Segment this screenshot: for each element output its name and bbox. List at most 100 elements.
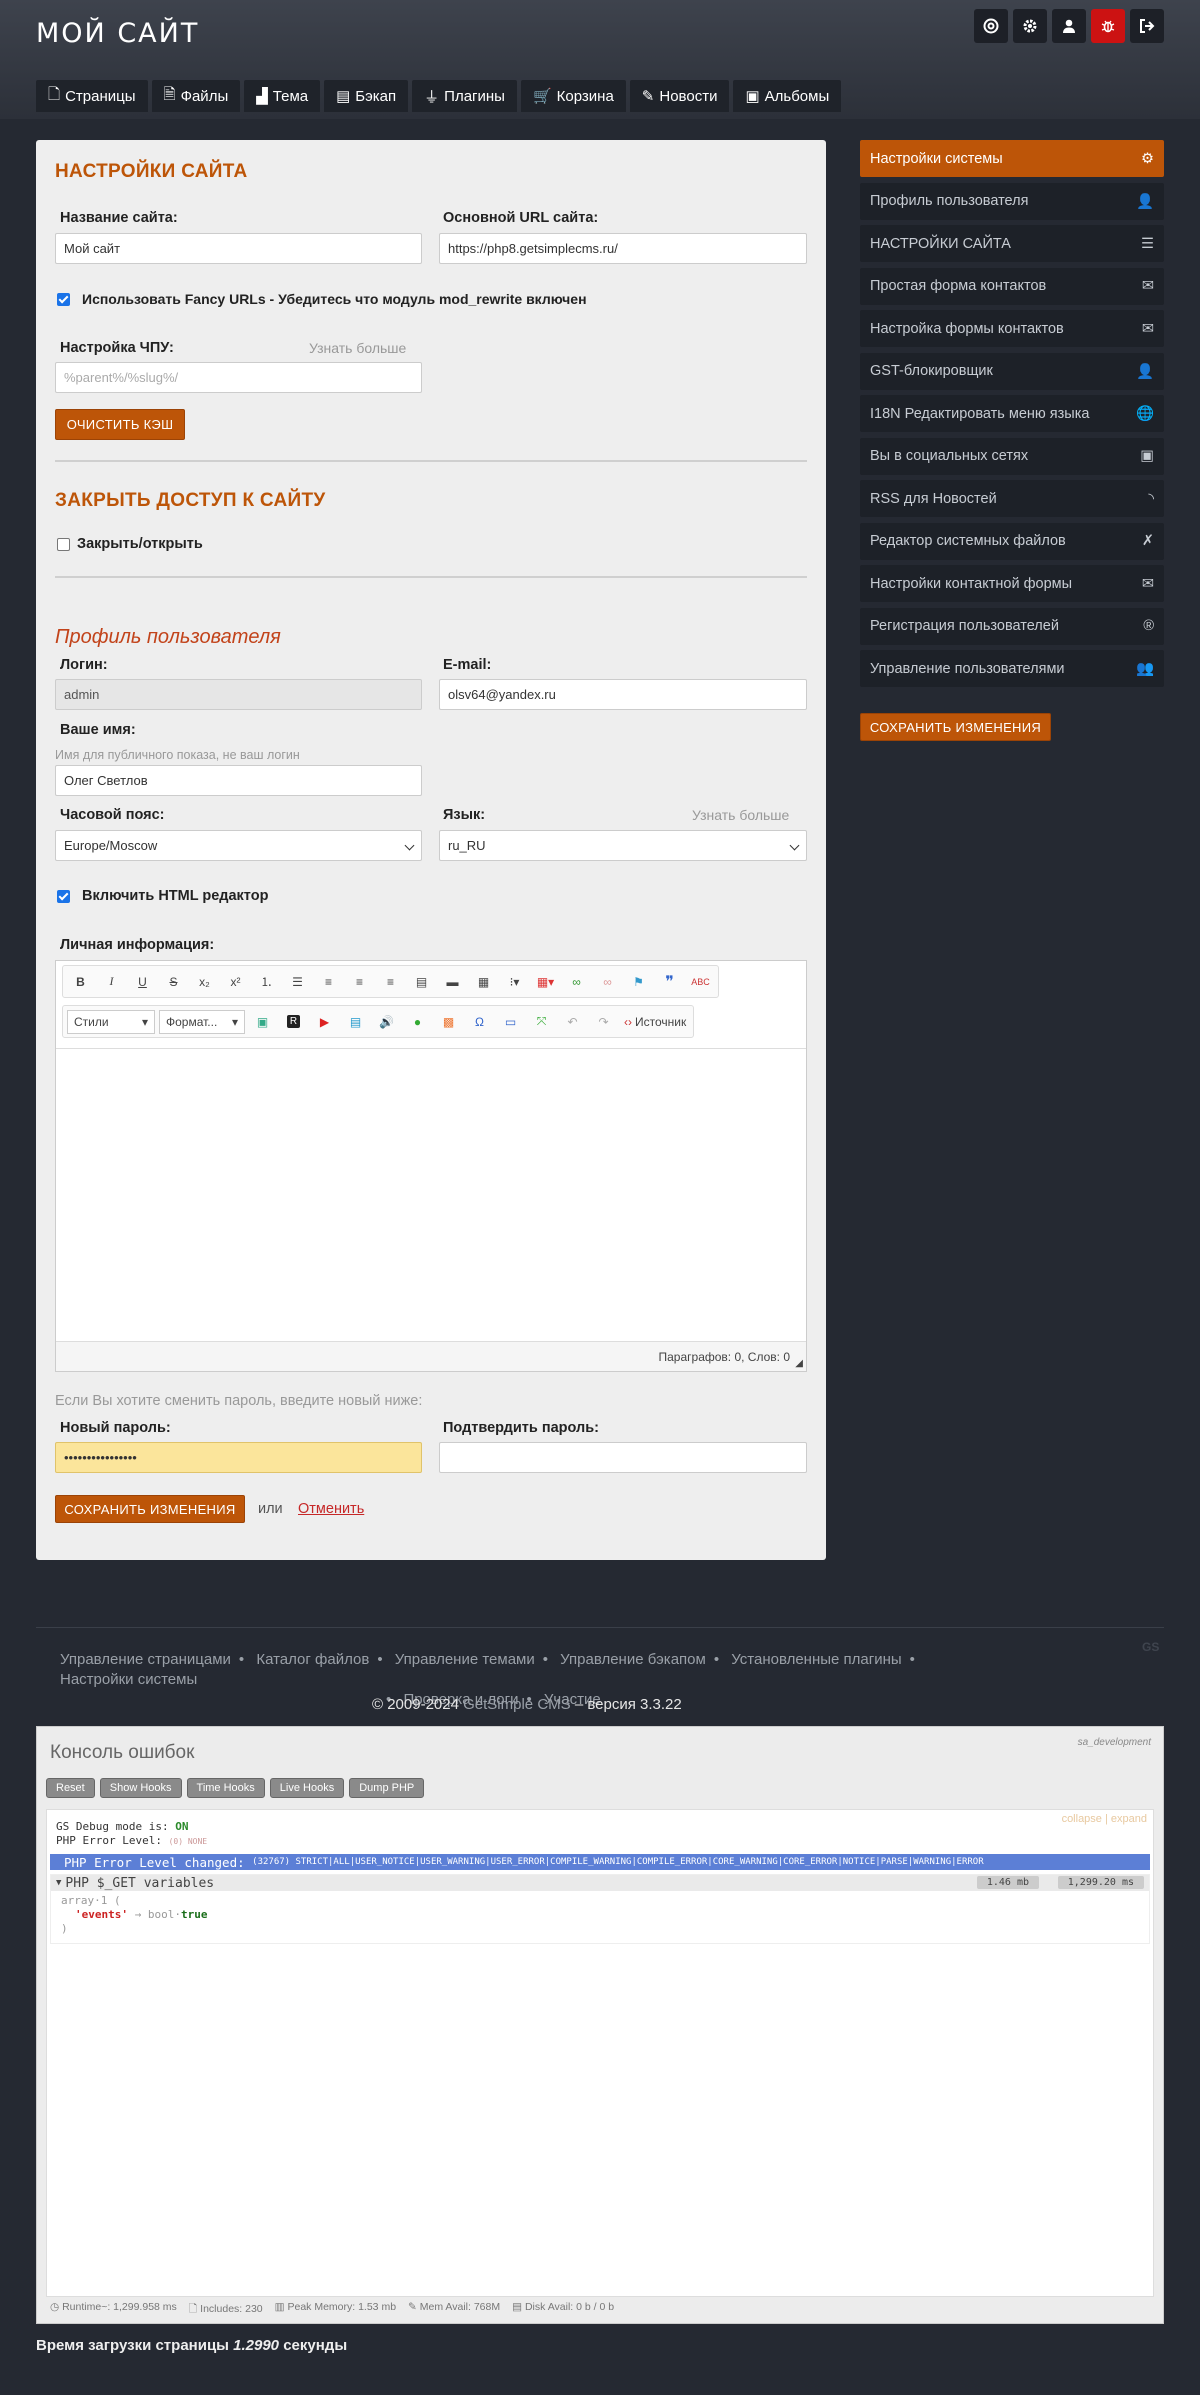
logout-icon[interactable]	[1130, 9, 1164, 43]
sidebar-item-system-files-editor[interactable]: Редактор системных файлов ✗	[860, 522, 1164, 560]
sidebar-item-i18n-menu[interactable]: I18N Редактировать меню языка 🌐	[860, 395, 1164, 432]
table-icon[interactable]: ▦▾	[532, 971, 559, 993]
show-hooks-button[interactable]: Show Hooks	[99, 1778, 182, 1798]
tab-plugins[interactable]: ⏚ Плагины	[412, 80, 517, 112]
tab-albums[interactable]: ▣ Альбомы	[733, 80, 842, 112]
media-icon[interactable]: R	[280, 1011, 307, 1033]
underline-icon[interactable]: U	[129, 971, 156, 993]
collapse-link[interactable]: collapse	[1062, 1813, 1102, 1825]
live-hooks-button[interactable]: Live Hooks	[269, 1778, 345, 1798]
spellcheck-icon[interactable]: ABC	[687, 971, 714, 993]
ordered-list-icon[interactable]: ⒈	[253, 971, 280, 993]
video-icon[interactable]: ▤	[342, 1011, 369, 1033]
sidebar-item-system-settings[interactable]: Настройки системы ⚙	[860, 140, 1164, 177]
sidebar-item-contact-form-setup[interactable]: Настройка формы контактов ✉	[860, 310, 1164, 347]
footer-link[interactable]: Каталог файлов	[256, 1651, 369, 1668]
image-icon[interactable]: ▣	[249, 1011, 276, 1033]
timezone-select[interactable]: Europe/Moscow	[55, 830, 422, 861]
envelope-icon: ✉	[1141, 320, 1154, 337]
justify-icon[interactable]: ▤	[408, 971, 435, 993]
expand-link[interactable]: expand	[1111, 1813, 1147, 1825]
lang-more-link[interactable]: Узнать больше	[692, 807, 789, 823]
permalink-input[interactable]: %parent%/%slug%/	[55, 362, 422, 393]
maintenance-checkbox[interactable]	[57, 538, 70, 551]
gear-icon[interactable]	[1013, 9, 1047, 43]
time-hooks-button[interactable]: Time Hooks	[186, 1778, 265, 1798]
dump-php-button[interactable]: Dump PHP	[349, 1778, 425, 1798]
cms-link[interactable]: GetSimple CMS	[463, 1696, 571, 1713]
footer-link[interactable]: Установленные плагины	[731, 1651, 901, 1668]
list-style-icon[interactable]: ⁝▾	[501, 971, 528, 993]
lang-select[interactable]: ru_RU	[439, 830, 807, 861]
site-name-input[interactable]: Мой сайт	[55, 233, 422, 264]
permalink-more-link[interactable]: Узнать больше	[309, 340, 406, 356]
tab-files[interactable]: 🗎 Файлы	[151, 80, 241, 112]
quote-icon[interactable]: ❞	[656, 971, 683, 993]
align-left-icon[interactable]: ≡	[315, 971, 342, 993]
sidebar-item-user-management[interactable]: Управление пользователями 👥	[860, 650, 1164, 687]
align-center-icon[interactable]: ≡	[346, 971, 373, 993]
cancel-link[interactable]: Отменить	[298, 1501, 364, 1517]
redo-icon[interactable]: ↷	[590, 1011, 617, 1033]
omega-icon[interactable]: Ω	[466, 1011, 493, 1033]
unlink-icon[interactable]: ∞	[594, 971, 621, 993]
reset-button[interactable]: Reset	[46, 1778, 95, 1798]
styles-combo[interactable]: Стили ▾	[67, 1009, 155, 1034]
disk-icon: ▤	[512, 2301, 523, 2313]
fancy-urls-checkbox[interactable]	[57, 293, 70, 306]
tab-news[interactable]: ✎ Новости	[629, 80, 730, 112]
youtube-icon[interactable]: ▶	[311, 1011, 338, 1033]
confirm-password-input[interactable]	[439, 1442, 807, 1473]
iframe-icon[interactable]: ▭	[497, 1011, 524, 1033]
footer-link[interactable]: Управление темами	[395, 1651, 535, 1668]
base-url-input[interactable]: https://php8.getsimplecms.ru/	[439, 233, 807, 264]
user-icon[interactable]	[1052, 9, 1086, 43]
sidebar-item-gst-blocker[interactable]: GST-блокировщик 👤	[860, 352, 1164, 390]
new-password-input[interactable]: ••••••••••••••••	[55, 1442, 422, 1473]
footer-link[interactable]: Управление страницами	[60, 1651, 231, 1668]
sidebar-item-rss-news[interactable]: RSS для Новостей ◝	[860, 480, 1164, 517]
globe-icon[interactable]: ●	[404, 1011, 431, 1033]
italic-icon[interactable]: I	[98, 971, 125, 993]
sidebar-item-user-profile[interactable]: Профиль пользователя 👤	[860, 182, 1164, 220]
superscript-icon[interactable]: x²	[222, 971, 249, 993]
save-profile-button[interactable]: СОХРАНИТЬ ИЗМЕНЕНИЯ	[55, 1495, 245, 1523]
horizontal-line-icon[interactable]: ▬	[439, 971, 466, 993]
map-icon[interactable]: ▩	[435, 1011, 462, 1033]
sidebar-item-site-settings[interactable]: НАСТРОЙКИ САЙТА ☰	[860, 225, 1164, 262]
strike-icon[interactable]: S	[160, 971, 187, 993]
source-button[interactable]: ‹› Источник	[621, 1011, 689, 1033]
undo-icon[interactable]: ↶	[559, 1011, 586, 1033]
tab-theme[interactable]: ▟ Тема	[244, 80, 321, 112]
footer-link[interactable]: Управление бэкапом	[560, 1651, 706, 1668]
bug-icon[interactable]	[1091, 9, 1125, 43]
format-combo[interactable]: Формат... ▾	[159, 1009, 245, 1034]
settings-title: НАСТРОЙКИ САЙТА	[55, 161, 248, 182]
tab-backup[interactable]: ▤ Бэкап	[324, 80, 409, 112]
site-title[interactable]: МОЙ САЙТ	[36, 18, 199, 49]
audio-icon[interactable]: 🔊	[373, 1011, 400, 1033]
sidebar-item-contact-form-settings[interactable]: Настройки контактной формы ✉	[860, 565, 1164, 602]
sidebar-item-social[interactable]: Вы в социальных сетях ▣	[860, 437, 1164, 475]
link-icon[interactable]: ∞	[563, 971, 590, 993]
flag-icon[interactable]: ⚑	[625, 971, 652, 993]
tab-pages[interactable]: 🗋 Страницы	[36, 80, 148, 112]
footer-link[interactable]: Настройки системы	[60, 1671, 197, 1688]
anchor-icon[interactable]: ▦	[470, 971, 497, 993]
tab-cart[interactable]: 🛒 Корзина	[520, 80, 626, 112]
editor-content-area[interactable]	[56, 1048, 806, 1341]
resize-handle-icon[interactable]: ◢	[795, 1358, 803, 1369]
support-icon[interactable]	[974, 9, 1008, 43]
subscript-icon[interactable]: x₂	[191, 971, 218, 993]
sidebar-save-button[interactable]: СОХРАНИТЬ ИЗМЕНЕНИЯ	[860, 713, 1051, 741]
html-editor-checkbox[interactable]	[57, 890, 70, 903]
bold-icon[interactable]: B	[67, 971, 94, 993]
clear-cache-button[interactable]: ОЧИСТИТЬ КЭШ	[55, 409, 185, 440]
bullet-list-icon[interactable]: ☰	[284, 971, 311, 993]
align-right-icon[interactable]: ≡	[377, 971, 404, 993]
sidebar-item-user-registration[interactable]: Регистрация пользователей ®	[860, 607, 1164, 645]
sidebar-item-simple-contact[interactable]: Простая форма контактов ✉	[860, 267, 1164, 305]
email-input[interactable]: olsv64@yandex.ru	[439, 679, 807, 710]
maximize-icon[interactable]: ⤧	[528, 1011, 555, 1033]
name-input[interactable]: Олег Светлов	[55, 765, 422, 796]
